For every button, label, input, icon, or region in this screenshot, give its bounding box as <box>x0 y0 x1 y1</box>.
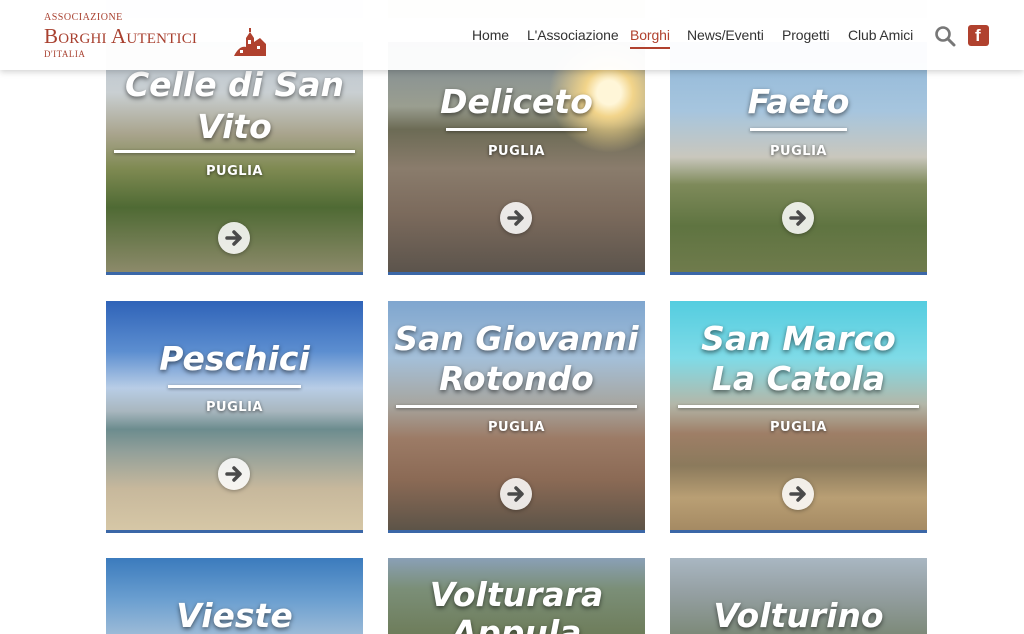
arrow-right-button[interactable] <box>218 222 250 254</box>
title-underline <box>446 128 587 131</box>
arrow-right-button[interactable] <box>218 458 250 490</box>
nav-home[interactable]: Home <box>472 27 509 43</box>
card-title: Vieste <box>176 596 293 634</box>
arrow-right-button[interactable] <box>782 478 814 510</box>
card-celle-di-san-vito[interactable]: Celle di San Vito PUGLIA <box>106 42 363 275</box>
nav-news-eventi[interactable]: News/Eventi <box>687 27 764 43</box>
card-faeto[interactable]: Faeto PUGLIA <box>670 42 927 275</box>
card-photo <box>106 301 363 530</box>
facebook-glyph: f <box>975 26 981 45</box>
card-volturino[interactable]: Volturino <box>670 558 927 634</box>
card-volturara-appula[interactable]: Volturara Appula <box>388 558 645 634</box>
arrow-right-icon <box>225 230 242 246</box>
card-peschici[interactable]: Peschici PUGLIA <box>106 301 363 533</box>
logo-top-text: ASSOCIAZIONE <box>44 12 123 23</box>
card-title: Volturino <box>713 596 884 634</box>
nav-progetti[interactable]: Progetti <box>782 27 830 43</box>
arrow-right-icon <box>507 486 524 502</box>
card-title: Faeto <box>747 82 850 121</box>
card-san-marco-la-catola[interactable]: San Marco La Catola PUGLIA <box>670 301 927 533</box>
card-title: Celle di San Vito <box>124 65 345 146</box>
village-emblem-icon <box>234 28 266 56</box>
arrow-right-icon <box>789 486 806 502</box>
card-region: PUGLIA <box>770 420 827 435</box>
arrow-right-icon <box>225 466 242 482</box>
card-title: San Marco La Catola <box>701 319 896 398</box>
card-vieste[interactable]: Vieste <box>106 558 363 634</box>
card-region: PUGLIA <box>770 144 827 159</box>
card-title: Volturara Appula <box>429 575 604 634</box>
card-title: Peschici <box>159 339 310 378</box>
title-underline <box>678 405 919 408</box>
nav-borghi[interactable]: Borghi <box>630 27 670 49</box>
card-title: San Giovanni Rotondo <box>394 319 639 398</box>
nav-associazione[interactable]: L'Associazione <box>527 27 619 43</box>
title-underline <box>750 128 847 131</box>
facebook-icon[interactable]: f <box>968 25 989 46</box>
card-region: PUGLIA <box>488 420 545 435</box>
logo-bottom-text: D'ITALIA <box>44 49 86 59</box>
arrow-right-button[interactable] <box>500 202 532 234</box>
card-region: PUGLIA <box>206 400 263 415</box>
title-underline <box>168 385 301 388</box>
logo-main-text: Borghi Autentici <box>44 24 198 48</box>
nav-club-amici[interactable]: Club Amici <box>848 27 913 43</box>
card-san-giovanni-rotondo[interactable]: San Giovanni Rotondo PUGLIA <box>388 301 645 533</box>
card-title: Deliceto <box>440 82 593 121</box>
arrow-right-button[interactable] <box>782 202 814 234</box>
arrow-right-button[interactable] <box>500 478 532 510</box>
card-region: PUGLIA <box>488 144 545 159</box>
site-logo[interactable]: ASSOCIAZIONE Borghi Autentici D'ITALIA <box>44 12 274 62</box>
search-icon[interactable] <box>934 25 956 47</box>
title-underline <box>396 405 637 408</box>
site-header: ASSOCIAZIONE Borghi Autentici D'ITALIA H… <box>0 0 1024 70</box>
arrow-right-icon <box>507 210 524 226</box>
title-underline <box>114 150 355 153</box>
card-deliceto[interactable]: Deliceto PUGLIA <box>388 42 645 275</box>
arrow-right-icon <box>789 210 806 226</box>
card-region: PUGLIA <box>206 164 263 179</box>
